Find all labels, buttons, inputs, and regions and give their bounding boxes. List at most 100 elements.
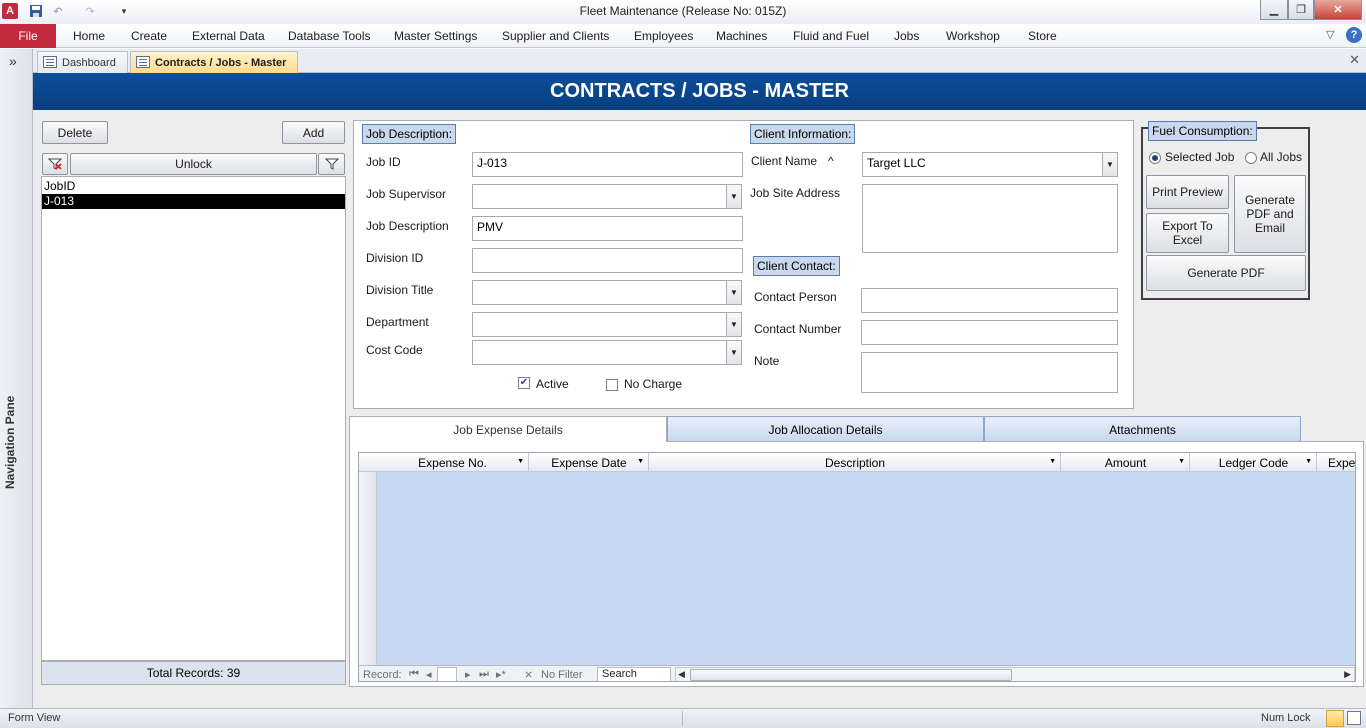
filter-icon[interactable]: ⨯ (524, 668, 533, 681)
generate-pdf-button[interactable]: Generate PDF (1146, 255, 1306, 291)
tab-contracts-jobs-master[interactable]: Contracts / Jobs - Master (130, 51, 298, 73)
navigation-pane[interactable]: » Navigation Pane (0, 49, 33, 708)
tab-workshop[interactable]: Workshop (946, 29, 1000, 43)
tab-create[interactable]: Create (131, 29, 167, 43)
help-icon[interactable]: ? (1346, 27, 1362, 43)
scroll-left-icon[interactable]: ◀ (678, 669, 685, 680)
sort-ascending-icon: ^ (828, 154, 834, 168)
column-header-label: Expense Date (551, 455, 627, 470)
department-combo[interactable]: ▼ (472, 312, 742, 337)
job-site-address-field[interactable] (862, 184, 1118, 253)
contact-number-field[interactable] (861, 320, 1118, 345)
document-tabs: Dashboard Contracts / Jobs - Master ✕ (33, 49, 1366, 73)
selected-job-radio[interactable] (1149, 152, 1161, 164)
chevron-down-icon[interactable]: ▼ (726, 340, 742, 365)
contact-person-field[interactable] (861, 288, 1118, 313)
no-filter-label[interactable]: No Filter (541, 669, 583, 681)
job-supervisor-combo[interactable]: ▼ (472, 184, 742, 209)
previous-record-icon[interactable]: ◂ (426, 668, 432, 681)
print-preview-button[interactable]: Print Preview (1146, 175, 1229, 209)
chevron-down-icon[interactable]: ▼ (726, 280, 742, 305)
tab-employees[interactable]: Employees (634, 29, 693, 43)
chevron-down-icon[interactable]: ▼ (1178, 458, 1185, 465)
column-header-expe[interactable]: Expe (1318, 453, 1355, 472)
current-record-field[interactable] (437, 667, 457, 681)
tab-jobs[interactable]: Jobs (894, 29, 919, 43)
new-record-icon[interactable]: ▸* (496, 668, 506, 681)
clear-filter-button[interactable] (42, 153, 68, 175)
column-header-amount[interactable]: Amount ▼ (1062, 453, 1190, 472)
record-selector-column[interactable] (359, 453, 377, 665)
tab-dashboard[interactable]: Dashboard (37, 51, 128, 73)
last-record-icon[interactable]: ⏭ (479, 668, 489, 681)
search-input[interactable]: Search (597, 667, 671, 681)
chevron-down-icon[interactable]: ▼ (726, 312, 742, 337)
delete-button[interactable]: Delete (42, 121, 108, 144)
job-details-panel: Job Description: Job ID J-013 Job Superv… (353, 120, 1134, 409)
tab-database-tools[interactable]: Database Tools (288, 29, 371, 43)
all-jobs-radio[interactable] (1245, 152, 1257, 164)
chevron-down-icon[interactable]: ▼ (1305, 458, 1312, 465)
generate-pdf-and-email-button[interactable]: Generate PDF and Email (1234, 175, 1306, 253)
layout-view-icon[interactable] (1347, 711, 1361, 725)
tab-home[interactable]: Home (73, 29, 105, 43)
note-field[interactable] (861, 352, 1118, 393)
job-id-field[interactable]: J-013 (472, 152, 743, 177)
filter-button[interactable] (318, 153, 345, 175)
tab-fluid-and-fuel[interactable]: Fluid and Fuel (793, 29, 869, 43)
status-bar: Form View Num Lock (0, 708, 1366, 728)
chevron-down-icon[interactable]: ▼ (1049, 458, 1056, 465)
cost-code-combo[interactable]: ▼ (472, 340, 742, 365)
file-tab[interactable]: File (0, 24, 56, 48)
tab-master-settings[interactable]: Master Settings (394, 29, 477, 43)
division-title-combo[interactable]: ▼ (472, 280, 742, 305)
expand-nav-icon[interactable]: » (9, 53, 17, 69)
tab-store[interactable]: Store (1028, 29, 1057, 43)
chevron-down-icon[interactable]: ▼ (726, 184, 742, 209)
record-label: Record: (363, 669, 402, 681)
window-title: Fleet Maintenance (Release No: 015Z) (579, 4, 787, 18)
column-header-label: Expense No. (418, 455, 487, 470)
scrollbar-thumb[interactable] (690, 669, 1012, 681)
list-item[interactable]: J-013 (42, 194, 345, 209)
restore-button[interactable]: ❐ (1288, 0, 1314, 20)
datasheet[interactable]: Expense No. ▼ Expense Date ▼ Description ▼ … (358, 452, 1356, 682)
unlock-button[interactable]: Unlock (70, 153, 317, 175)
client-name-combo[interactable]: Target LLC ▼ (862, 152, 1118, 177)
tab-external-data[interactable]: External Data (192, 29, 265, 43)
column-header-expense-no[interactable]: Expense No. ▼ (377, 453, 529, 472)
form-view-icon[interactable] (1326, 710, 1344, 727)
first-record-icon[interactable]: ⏮ (409, 668, 419, 681)
tab-machines[interactable]: Machines (716, 29, 767, 43)
division-id-field[interactable] (472, 248, 743, 273)
column-header-expense-date[interactable]: Expense Date ▼ (530, 453, 649, 472)
cost-code-label: Cost Code (366, 343, 423, 357)
tab-job-expense-details[interactable]: Job Expense Details (349, 416, 667, 442)
close-button[interactable]: ✕ (1314, 0, 1362, 20)
tab-attachments[interactable]: Attachments (984, 416, 1301, 442)
horizontal-scrollbar[interactable]: ◀ ▶ (675, 667, 1355, 681)
add-button[interactable]: Add (282, 121, 345, 144)
note-label: Note (754, 354, 780, 368)
no-charge-checkbox[interactable] (606, 379, 618, 391)
chevron-down-icon[interactable]: ▼ (637, 458, 644, 465)
next-record-icon[interactable]: ▸ (465, 668, 471, 681)
minimize-button[interactable]: ▁ (1260, 0, 1288, 20)
export-to-excel-button[interactable]: Export To Excel (1146, 213, 1229, 253)
expense-subform: Expense No. ▼ Expense Date ▼ Description ▼ … (349, 441, 1364, 687)
scroll-right-icon[interactable]: ▶ (1344, 669, 1351, 680)
chevron-down-icon[interactable]: ▼ (1102, 152, 1118, 177)
department-label: Department (366, 315, 429, 329)
chevron-down-icon[interactable]: ▼ (517, 458, 524, 465)
tab-job-allocation-details[interactable]: Job Allocation Details (667, 416, 984, 442)
job-description-field[interactable]: PMV (472, 216, 743, 241)
column-header-ledger-code[interactable]: Ledger Code ▼ (1191, 453, 1317, 472)
title-bar: A ↶ ↷ ▾ Fleet Maintenance (Release No: 0… (0, 0, 1366, 24)
active-checkbox[interactable]: ✔ (518, 377, 530, 389)
column-header-description[interactable]: Description ▼ (650, 453, 1061, 472)
contact-number-label: Contact Number (754, 322, 842, 336)
close-document-icon[interactable]: ✕ (1349, 52, 1360, 68)
tab-supplier-and-clients[interactable]: Supplier and Clients (502, 29, 609, 43)
minimize-ribbon-icon[interactable]: ▽ (1326, 28, 1334, 41)
job-list[interactable]: JobID J-013 (41, 176, 346, 661)
